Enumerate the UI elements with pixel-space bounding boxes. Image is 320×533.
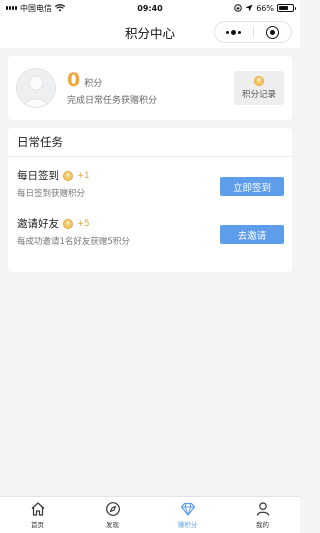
tab-label: 赚积分 [177, 521, 198, 529]
task-name: 邀请好友 [17, 218, 59, 230]
tab-label: 发现 [106, 521, 119, 529]
status-right: 66% [194, 3, 296, 13]
daily-tasks-title: 日常任务 [17, 135, 63, 149]
battery-icon [277, 4, 296, 12]
daily-tasks-header: 日常任务 [8, 128, 292, 157]
points-row: 0 积分 [67, 70, 234, 90]
check-in-button[interactable]: 立即签到 [220, 177, 284, 196]
points-description: 完成日常任务获赠积分 [67, 96, 158, 106]
status-time: 09:40 [137, 3, 163, 13]
location-icon [245, 4, 253, 12]
tab-bar: 首页 发现 赚积分 我的 [0, 496, 300, 533]
task-reward: +5 [77, 218, 90, 229]
task-item-checkin: 每日签到 ¥ +1 每日签到获赠积分 立即签到 [8, 168, 292, 208]
status-left: 中国电信 [6, 3, 106, 14]
more-icon [226, 29, 242, 35]
default-avatar-icon [22, 75, 50, 107]
battery-percent: 66% [256, 3, 274, 13]
target-icon [265, 25, 279, 39]
carrier-label: 中国电信 [20, 3, 52, 13]
points-value: 0 [67, 69, 81, 91]
compass-icon [105, 502, 120, 516]
coin-icon: ¥ [254, 76, 264, 86]
coin-icon: ¥ [63, 218, 73, 229]
task-reward: +1 [77, 170, 90, 181]
coin-icon: ¥ [63, 170, 73, 181]
page-title: 积分中心 [124, 25, 175, 41]
status-bar: 中国电信 09:40 66% [0, 0, 300, 16]
points-records-label: 积分记录 [241, 90, 276, 100]
avatar [16, 68, 56, 108]
points-unit: 积分 [84, 79, 103, 89]
more-button[interactable] [215, 22, 253, 42]
tab-discover[interactable]: 发现 [75, 497, 150, 533]
daily-tasks-card: 日常任务 每日签到 ¥ +1 每日签到获赠积分 立即签到 邀请好友 ¥ +5 每… [8, 128, 292, 272]
diamond-icon [180, 502, 195, 516]
signal-icon [6, 6, 17, 10]
points-info: 0 积分 完成日常任务获赠积分 [67, 70, 234, 106]
tab-home[interactable]: 首页 [0, 497, 75, 533]
points-card: 0 积分 完成日常任务获赠积分 ¥ 积分记录 [8, 56, 292, 120]
wifi-icon [55, 4, 65, 12]
invite-button[interactable]: 去邀请 [220, 225, 284, 244]
tab-label: 我的 [256, 521, 269, 529]
tab-label: 首页 [31, 521, 44, 529]
task-item-invite: 邀请好友 ¥ +5 每成功邀请1名好友获赠5积分 去邀请 [8, 216, 292, 256]
close-mini-program-button[interactable] [254, 22, 292, 42]
tab-earn-points[interactable]: 赚积分 [150, 497, 225, 533]
points-records-button[interactable]: ¥ 积分记录 [234, 71, 284, 105]
home-icon [31, 502, 44, 516]
user-icon [256, 502, 269, 516]
lock-rotation-icon [234, 4, 243, 12]
nav-bar: 积分中心 [0, 16, 300, 48]
task-name: 每日签到 [17, 170, 59, 182]
mini-program-capsule [214, 21, 292, 43]
tab-profile[interactable]: 我的 [225, 497, 300, 533]
